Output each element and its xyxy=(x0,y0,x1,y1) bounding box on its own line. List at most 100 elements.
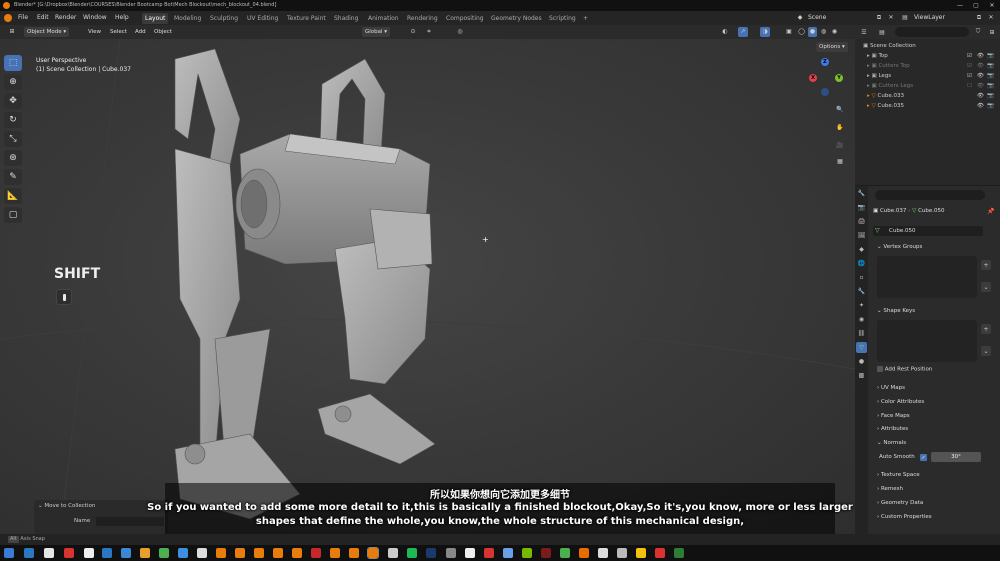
modifier-tab-icon[interactable]: 🔧 xyxy=(856,286,867,297)
blender-icon[interactable] xyxy=(235,548,245,558)
blender-icon[interactable] xyxy=(292,548,302,558)
app-icon[interactable] xyxy=(636,548,646,558)
world-tab-icon[interactable]: 🌐 xyxy=(856,258,867,269)
add-cube-tool-icon[interactable]: ▢ xyxy=(4,207,22,223)
blender-icon[interactable] xyxy=(330,548,340,558)
gizmo-z-axis-icon[interactable]: Z xyxy=(821,58,829,66)
tab-modeling[interactable]: Modeling xyxy=(171,13,204,24)
visibility-icon[interactable]: ◐ xyxy=(720,28,730,36)
render-tab-icon[interactable]: 📷 xyxy=(856,202,867,213)
delete-scene-icon[interactable]: ✕ xyxy=(886,14,896,22)
section-face-maps[interactable]: › Face Maps xyxy=(873,411,910,422)
constraints-tab-icon[interactable]: ⛓ xyxy=(856,328,867,339)
blender-icon[interactable] xyxy=(349,548,359,558)
material-tab-icon[interactable]: ● xyxy=(856,356,867,367)
app-icon[interactable] xyxy=(388,548,398,558)
outliner-item-cube-033[interactable]: ▸ ▽ Cube.033 👁 📷 xyxy=(855,91,1000,101)
start-icon[interactable] xyxy=(4,548,14,558)
eye-icon[interactable]: 👁 xyxy=(977,71,984,81)
menu-select[interactable]: Select xyxy=(110,25,127,39)
outliner-item-cube-035[interactable]: ▸ ▽ Cube.035 👁 📷 xyxy=(855,101,1000,111)
app-icon[interactable] xyxy=(617,548,627,558)
gizmo-toggle-icon[interactable]: ↗ xyxy=(738,27,748,37)
section-vertex-groups[interactable]: ⌄ Vertex Groups xyxy=(873,242,922,253)
eye-icon[interactable]: 👁 xyxy=(977,51,984,61)
output-tab-icon[interactable]: 🖨 xyxy=(856,216,867,227)
blender-icon[interactable] xyxy=(254,548,264,558)
menu-window[interactable]: Window xyxy=(80,11,110,25)
section-attributes[interactable]: › Attributes xyxy=(873,424,908,435)
app-icon[interactable] xyxy=(484,548,494,558)
shape-keys-list[interactable] xyxy=(877,320,977,362)
annotate-tool-icon[interactable]: ✎ xyxy=(4,169,22,185)
add-rest-position-checkbox[interactable]: Add Rest Position xyxy=(877,366,932,373)
outliner-item-legs[interactable]: ▸ ▣ Legs ☑ 👁 📷 xyxy=(855,71,1000,81)
mesh-name-field[interactable]: Cube.050 xyxy=(873,226,983,236)
maximize-button[interactable]: ▢ xyxy=(968,0,984,11)
tab-compositing[interactable]: Compositing xyxy=(443,13,487,24)
checkbox-icon[interactable]: ☑ xyxy=(967,61,972,71)
app-icon[interactable] xyxy=(446,548,456,558)
app-icon[interactable] xyxy=(579,548,589,558)
pivot-icon[interactable]: ⊙ xyxy=(408,28,418,36)
add-vertex-group-icon[interactable]: + xyxy=(981,260,991,270)
display-mode-icon[interactable]: ▤ xyxy=(877,28,887,36)
vertex-groups-list[interactable] xyxy=(877,256,977,298)
outliner-search-input[interactable] xyxy=(895,27,969,37)
app-icon[interactable] xyxy=(465,548,475,558)
add-shape-key-icon[interactable]: + xyxy=(981,324,991,334)
app-icon[interactable] xyxy=(64,548,74,558)
blender-active-icon[interactable] xyxy=(367,547,379,559)
app-icon[interactable] xyxy=(159,548,169,558)
gizmo-y-axis-icon[interactable]: Y xyxy=(835,74,843,82)
new-collection-icon[interactable]: ⊞ xyxy=(987,28,997,36)
camera-view-icon[interactable]: 🎥 xyxy=(834,139,846,151)
app-icon[interactable] xyxy=(522,548,532,558)
app-icon[interactable] xyxy=(197,548,207,558)
zoom-icon[interactable]: 🔍 xyxy=(834,103,846,115)
section-color-attributes[interactable]: › Color Attributes xyxy=(873,397,924,408)
app-icon[interactable] xyxy=(102,548,112,558)
camera-icon[interactable]: 📷 xyxy=(987,51,994,61)
outliner-item-cutters-top[interactable]: ▸ ▣ Cutters Top ☑ 👁 📷 xyxy=(855,61,1000,71)
scene-selector[interactable]: Scene xyxy=(808,11,826,25)
app-icon[interactable] xyxy=(560,548,570,558)
app-icon[interactable] xyxy=(44,548,54,558)
app-icon[interactable] xyxy=(655,548,665,558)
cursor-tool-icon[interactable]: ⊕ xyxy=(4,74,22,90)
texture-tab-icon[interactable]: ▩ xyxy=(856,370,867,381)
minimize-button[interactable]: — xyxy=(952,0,968,11)
data-tab-icon[interactable]: ▽ xyxy=(856,342,867,353)
material-shading-icon[interactable]: ◍ xyxy=(819,28,828,36)
outliner-item-cutters-legs[interactable]: ▸ ▣ Cutters Legs ☐ 👁 📷 xyxy=(855,81,1000,91)
app-icon[interactable] xyxy=(311,548,321,558)
section-shape-keys[interactable]: ⌄ Shape Keys xyxy=(873,306,915,317)
physics-tab-icon[interactable]: ◉ xyxy=(856,314,867,325)
camera-icon[interactable]: 📷 xyxy=(987,101,994,111)
eye-icon[interactable]: 👁 xyxy=(977,91,984,101)
mode-dropdown[interactable]: Object Mode ▾ xyxy=(24,27,70,37)
select-box-tool-icon[interactable]: ⬚ xyxy=(4,55,22,71)
app-icon[interactable] xyxy=(674,548,684,558)
outliner-editor-icon[interactable]: ☰ xyxy=(859,28,869,36)
snap-icon[interactable]: ⌗ xyxy=(424,28,434,36)
tab-texture-paint[interactable]: Texture Paint xyxy=(284,13,329,24)
section-normals[interactable]: ⌄ Normals xyxy=(873,438,906,449)
app-icon[interactable] xyxy=(426,548,436,558)
navigation-gizmo[interactable]: Z Y X xyxy=(805,56,845,96)
outliner-item-top[interactable]: ▸ ▣ Top ☑ 👁 📷 xyxy=(855,51,1000,61)
eye-icon[interactable]: 👁 xyxy=(977,81,984,91)
checkbox-icon[interactable]: ☑ xyxy=(967,51,972,61)
blender-menu-icon[interactable] xyxy=(4,14,12,22)
app-icon[interactable] xyxy=(503,548,513,558)
gizmo-neg-z-icon[interactable] xyxy=(821,88,829,96)
gizmo-x-axis-icon[interactable]: X xyxy=(809,74,817,82)
menu-object[interactable]: Object xyxy=(154,25,172,39)
object-tab-icon[interactable]: ▫ xyxy=(856,272,867,283)
particles-tab-icon[interactable]: ✦ xyxy=(856,300,867,311)
app-icon[interactable] xyxy=(140,548,150,558)
scale-tool-icon[interactable]: ⤡ xyxy=(4,131,22,147)
measure-tool-icon[interactable]: 📐 xyxy=(4,188,22,204)
pin-icon[interactable]: 📌 xyxy=(987,208,994,215)
app-icon[interactable] xyxy=(24,548,34,558)
